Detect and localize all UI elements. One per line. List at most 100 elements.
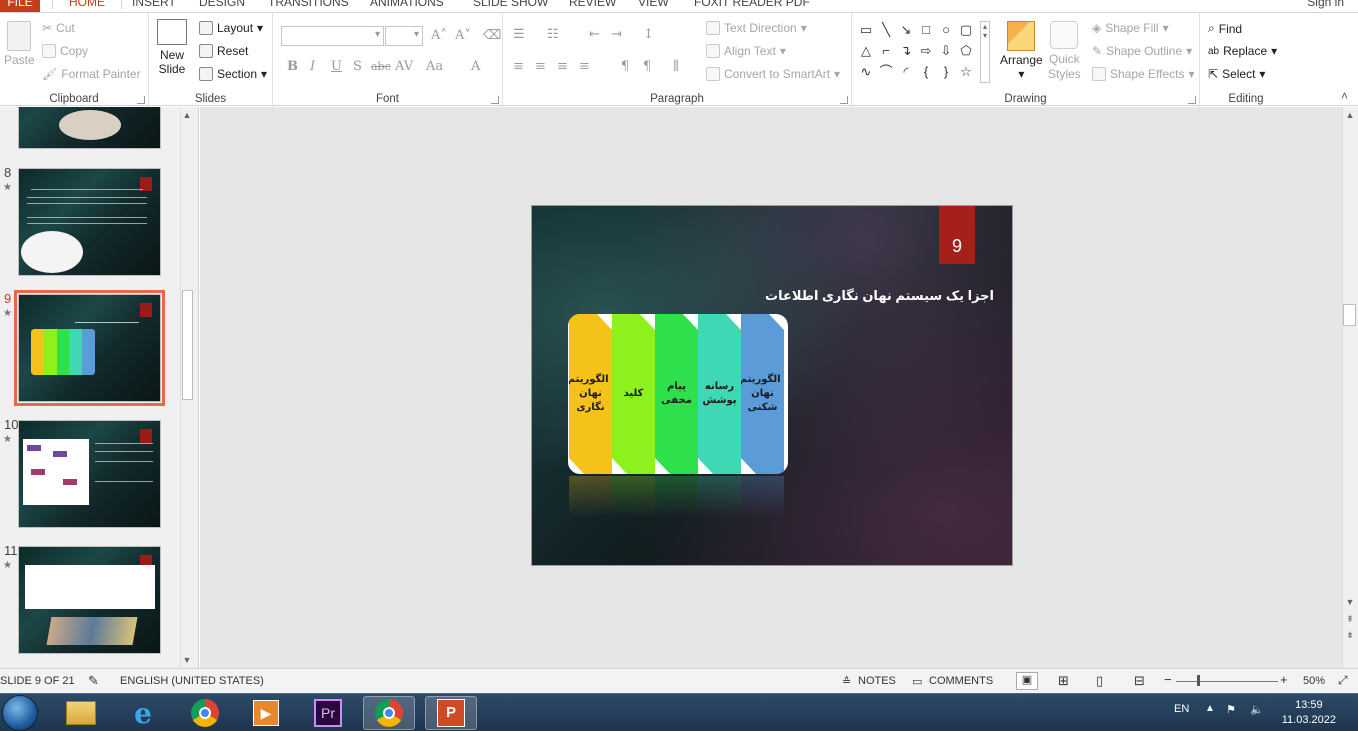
- zoom-slider[interactable]: [1176, 681, 1278, 682]
- slideshow-view-icon[interactable]: ⊟: [1134, 673, 1145, 689]
- line-spacing-icon[interactable]: ↕: [643, 27, 654, 42]
- arc-shape-icon[interactable]: ⌒: [878, 65, 894, 79]
- tab-file[interactable]: FILE: [0, 0, 40, 12]
- chevron-item-2[interactable]: کلید: [612, 314, 655, 474]
- shape-fill-button[interactable]: ◈ Shape Fill ▾: [1092, 21, 1169, 35]
- ltr-icon[interactable]: ¶: [621, 59, 629, 74]
- columns-icon[interactable]: ⫼: [673, 59, 679, 74]
- underline-button[interactable]: U: [331, 59, 342, 74]
- spell-check-icon[interactable]: ✎: [88, 673, 99, 689]
- format-painter-button[interactable]: 🖌 Format Painter: [42, 67, 141, 81]
- zoom-slider-handle[interactable]: [1197, 675, 1200, 686]
- zoom-out-icon[interactable]: −: [1164, 672, 1172, 687]
- slide-thumbnail-7[interactable]: [18, 107, 161, 149]
- smartart-diagram[interactable]: الگوریتم نهان نگاری کلید پیام مخفی رسانه…: [568, 314, 788, 474]
- down-arrow-shape-icon[interactable]: ⇩: [938, 44, 954, 58]
- clear-format-icon[interactable]: ⌫: [483, 28, 501, 43]
- notes-button[interactable]: NOTES: [858, 675, 896, 687]
- star-shape-icon[interactable]: ☆: [958, 65, 974, 79]
- new-slide-button[interactable]: New Slide: [157, 19, 187, 76]
- zoom-in-icon[interactable]: +: [1280, 672, 1288, 687]
- font-family-combo[interactable]: [281, 26, 384, 46]
- start-button[interactable]: [2, 695, 38, 731]
- tab-animations[interactable]: ANIMATIONS: [370, 0, 444, 9]
- current-slide[interactable]: 9 اجزا یک سیستم نهان نگاری اطلاعات الگور…: [531, 205, 1013, 566]
- clipboard-launcher[interactable]: [137, 96, 145, 104]
- oval-shape-icon[interactable]: ○: [938, 23, 954, 37]
- rectangle-shape-icon[interactable]: □: [918, 23, 934, 37]
- paste-button[interactable]: Paste: [4, 21, 35, 67]
- slide-sorter-icon[interactable]: ⊞: [1058, 673, 1069, 689]
- shapes-gallery-scroll[interactable]: ▴ ▾: [980, 21, 990, 83]
- pentagon-shape-icon[interactable]: ⬠: [958, 44, 974, 58]
- tab-home[interactable]: HOME: [52, 0, 122, 9]
- drawing-launcher[interactable]: [1188, 96, 1196, 104]
- strikethrough-button[interactable]: abc: [371, 60, 391, 73]
- scroll-up-arrow-icon[interactable]: ▲: [180, 110, 194, 120]
- arrange-button[interactable]: Arrange ▾: [1000, 21, 1043, 81]
- change-case-button[interactable]: Aa: [426, 59, 443, 74]
- bullets-icon[interactable]: ☰: [513, 27, 525, 42]
- shadow-button[interactable]: S: [353, 59, 362, 74]
- elbow-connector-icon[interactable]: ⌐: [878, 44, 894, 58]
- increase-indent-icon[interactable]: ⇥: [611, 27, 622, 42]
- quick-styles-button[interactable]: Quick Styles: [1048, 21, 1081, 82]
- select-button[interactable]: ⇱ Select ▾: [1208, 67, 1265, 81]
- copy-button[interactable]: Copy: [42, 44, 88, 58]
- taskbar-chrome-2[interactable]: [363, 696, 415, 730]
- slide-thumbnail-9[interactable]: [14, 290, 165, 406]
- scroll-down-arrow-icon[interactable]: ▼: [180, 655, 194, 665]
- right-brace-icon[interactable]: }: [938, 65, 954, 79]
- find-button[interactable]: ⌕ Find: [1208, 21, 1242, 36]
- shapes-gallery[interactable]: ▭ ╲ ↘ □ ○ ▢ △ ⌐ ↴ ⇨ ⇩ ⬠ ∿ ⌒ ◜ { } ☆: [858, 23, 978, 83]
- tab-view[interactable]: VIEW: [638, 0, 669, 9]
- textbox-shape-icon[interactable]: ▭: [858, 23, 874, 37]
- curve-shape-icon[interactable]: ◜: [898, 65, 914, 79]
- show-hidden-icons-icon[interactable]: ▲: [1205, 703, 1215, 714]
- font-size-combo[interactable]: [385, 26, 423, 46]
- shape-effects-button[interactable]: Shape Effects ▾: [1092, 67, 1195, 81]
- volume-icon[interactable]: 🔈: [1250, 703, 1264, 716]
- zoom-level[interactable]: 50%: [1303, 675, 1325, 687]
- collapse-ribbon-icon[interactable]: ˄: [1341, 89, 1348, 103]
- editor-scrollbar[interactable]: [1342, 107, 1358, 668]
- taskbar-explorer[interactable]: [55, 696, 107, 730]
- chevron-item-3[interactable]: پیام مخفی: [655, 314, 698, 474]
- layout-button[interactable]: Layout ▾: [199, 21, 263, 35]
- tab-transitions[interactable]: TRANSITIONS: [268, 0, 349, 9]
- comments-icon[interactable]: ▭: [912, 675, 922, 688]
- input-language[interactable]: EN: [1174, 703, 1189, 715]
- rtl-icon[interactable]: ¶: [643, 59, 651, 74]
- bold-button[interactable]: B: [287, 59, 298, 74]
- italic-button[interactable]: I: [310, 59, 315, 74]
- reading-view-icon[interactable]: ▯: [1096, 673, 1103, 689]
- slide-thumbnail-10[interactable]: [18, 420, 161, 528]
- network-warning-icon[interactable]: ⚑: [1226, 703, 1236, 716]
- taskbar-internet-explorer[interactable]: e: [117, 696, 169, 730]
- triangle-shape-icon[interactable]: △: [858, 44, 874, 58]
- scroll-up-arrow-icon[interactable]: ▲: [1343, 110, 1357, 120]
- tab-design[interactable]: DESIGN: [199, 0, 245, 9]
- thumbnails-scroll-thumb[interactable]: [182, 290, 193, 400]
- scroll-down-arrow-icon[interactable]: ▼: [1343, 597, 1357, 607]
- decrease-indent-icon[interactable]: ⇤: [589, 27, 600, 42]
- section-button[interactable]: Section ▾: [199, 67, 267, 81]
- tab-insert[interactable]: INSERT: [132, 0, 176, 9]
- taskbar-powerpoint[interactable]: P: [425, 696, 477, 730]
- taskbar-premiere[interactable]: Pr: [302, 696, 354, 730]
- numbering-icon[interactable]: ☷: [547, 27, 559, 42]
- align-center-icon[interactable]: ≡: [535, 59, 546, 74]
- rounded-rect-shape-icon[interactable]: ▢: [958, 23, 974, 37]
- line-shape-icon[interactable]: ╲: [878, 23, 894, 37]
- align-right-icon[interactable]: ≡: [557, 59, 568, 74]
- align-left-icon[interactable]: ≡: [513, 59, 524, 74]
- align-text-button[interactable]: Align Text ▾: [706, 44, 786, 58]
- grow-font-icon[interactable]: A˄: [431, 28, 447, 43]
- shrink-font-icon[interactable]: A˅: [455, 28, 471, 43]
- right-arrow-shape-icon[interactable]: ⇨: [918, 44, 934, 58]
- tab-review[interactable]: REVIEW: [569, 0, 616, 9]
- taskbar-chrome[interactable]: [179, 696, 231, 730]
- previous-slide-icon[interactable]: ⇞: [1343, 614, 1357, 625]
- tab-foxit[interactable]: FOXIT READER PDF: [694, 0, 810, 9]
- shape-outline-button[interactable]: ✎ Shape Outline ▾: [1092, 44, 1192, 58]
